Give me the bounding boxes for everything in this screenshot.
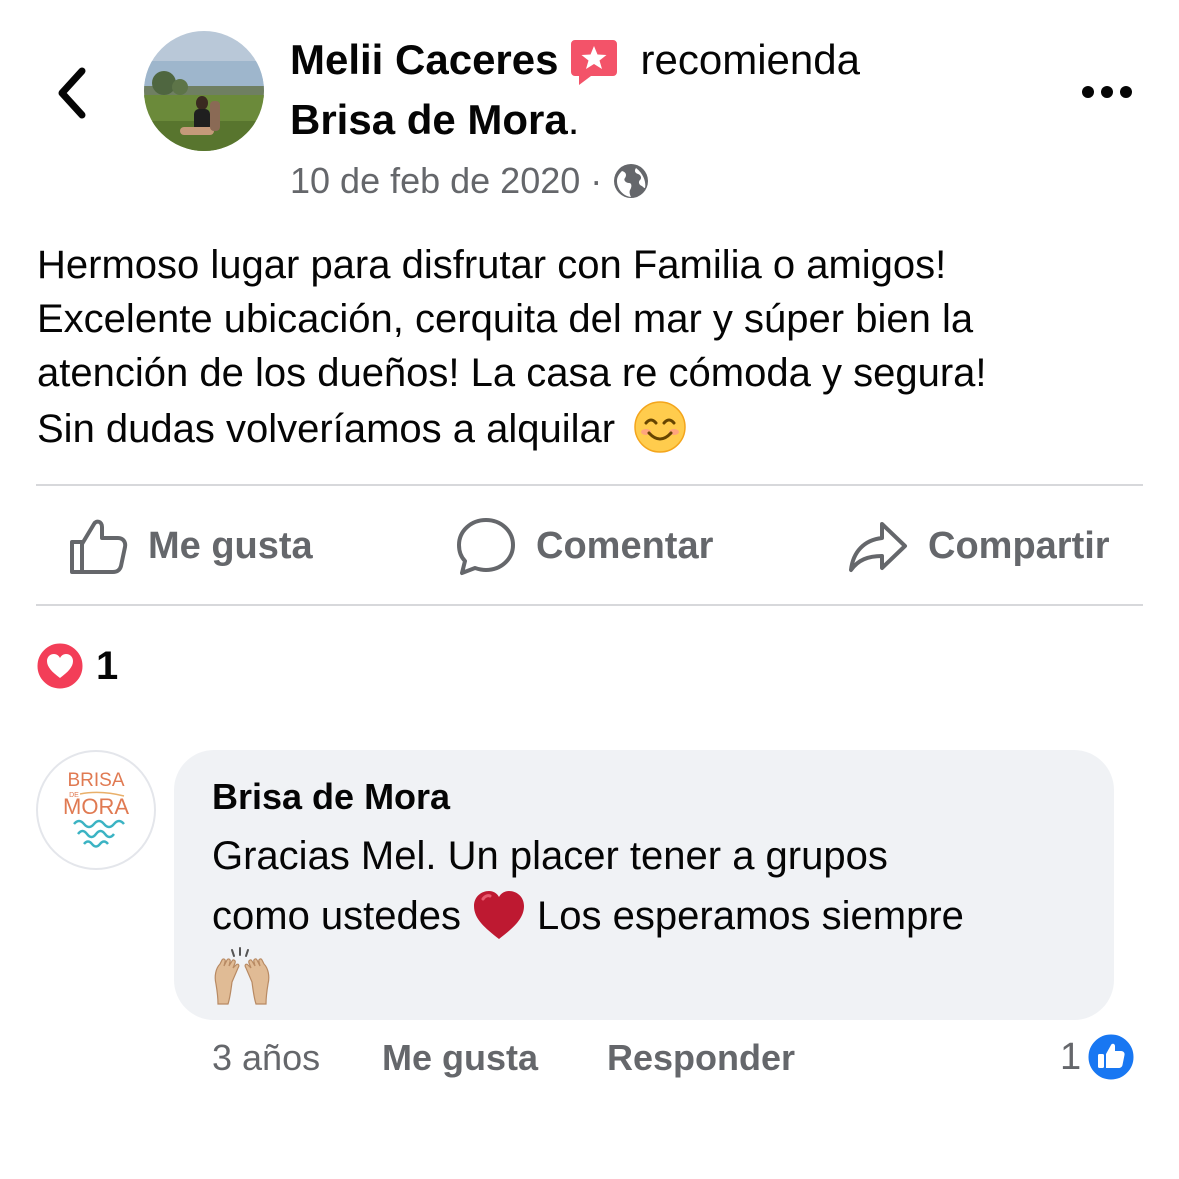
header-line-1: Melii Caceres recomienda [290,30,1070,90]
comment-like-link[interactable]: Me gusta [382,1034,538,1082]
header-line-2: Brisa de Mora. [290,90,1070,150]
comment-bubble[interactable]: Brisa de Mora Gracias Mel. Un placer ten… [174,750,1114,1020]
comment-time-text: 3 años [212,1037,321,1078]
commenter-avatar[interactable]: BRISA DE MORA [36,750,156,870]
share-button[interactable]: Compartir [848,508,1110,584]
comment-text-part-3: Los esperamos siempre [537,894,964,938]
post-detail-screen: Melii Caceres recomienda Brisa de Mora. … [0,0,1179,1179]
page-name-suffix: . [567,96,580,143]
comment-text: Gracias Mel. Un placer tener a grupos co… [212,826,1076,1011]
author-avatar[interactable] [144,31,264,151]
recommend-star-icon [569,37,619,87]
divider-top [36,484,1143,486]
post-text: Hermoso lugar para disfrutar con Familia… [37,243,987,451]
comment-button[interactable]: Comentar [456,508,713,584]
comment-text-part-1: Gracias Mel. Un placer tener a grupos [212,834,888,878]
thumbs-up-icon [70,519,128,574]
comment-time: 3 años [212,1034,320,1082]
meta-separator: · [590,160,603,201]
like-reaction-icon [1087,1033,1135,1081]
recommend-word: recomienda [640,36,860,83]
recommended-page-link[interactable]: Brisa de Mora [290,96,568,143]
comment-reply-link[interactable]: Responder [607,1034,795,1082]
more-dots-icon [1082,86,1132,98]
reaction-count: 1 [96,643,119,688]
raising-hands-emoji [212,946,272,1008]
comment-text-part-2: como ustedes [212,894,462,938]
comment-like-label: Me gusta [382,1037,539,1078]
comment-like-count[interactable]: 1 [1060,1032,1135,1082]
author-name[interactable]: Melii Caceres [290,30,559,90]
smiling-face-emoji [633,400,687,454]
post-body: Hermoso lugar para disfrutar con Familia… [37,238,1147,456]
chevron-left-icon [58,67,86,119]
comment-author[interactable]: Brisa de Mora [212,772,1076,822]
logo-line-3: MORA [63,794,129,819]
comment-like-number: 1 [1060,1035,1082,1078]
post-header: Melii Caceres recomienda Brisa de Mora. [290,30,1070,150]
like-button[interactable]: Me gusta [68,508,313,584]
comment-reply-label: Responder [607,1037,796,1078]
more-options-button[interactable] [1076,72,1138,112]
like-button-label: Me gusta [148,524,313,567]
share-button-label: Compartir [928,524,1110,567]
globe-icon [612,162,650,200]
post-meta: 10 de feb de 2020 · [290,158,650,204]
logo-line-1: BRISA [67,770,124,791]
post-timestamp[interactable]: 10 de feb de 2020 [290,158,580,204]
comment-button-label: Comentar [536,524,714,567]
author-photo [144,31,264,151]
brisa-de-mora-logo: BRISA DE MORA [63,770,129,848]
red-heart-emoji [471,887,527,943]
comment-bubble-icon [457,518,515,575]
share-arrow-icon [849,522,907,572]
divider-bottom [36,604,1143,606]
back-button[interactable] [44,58,100,128]
reaction-summary[interactable]: 1 [36,638,118,694]
love-reaction-icon [36,642,84,690]
